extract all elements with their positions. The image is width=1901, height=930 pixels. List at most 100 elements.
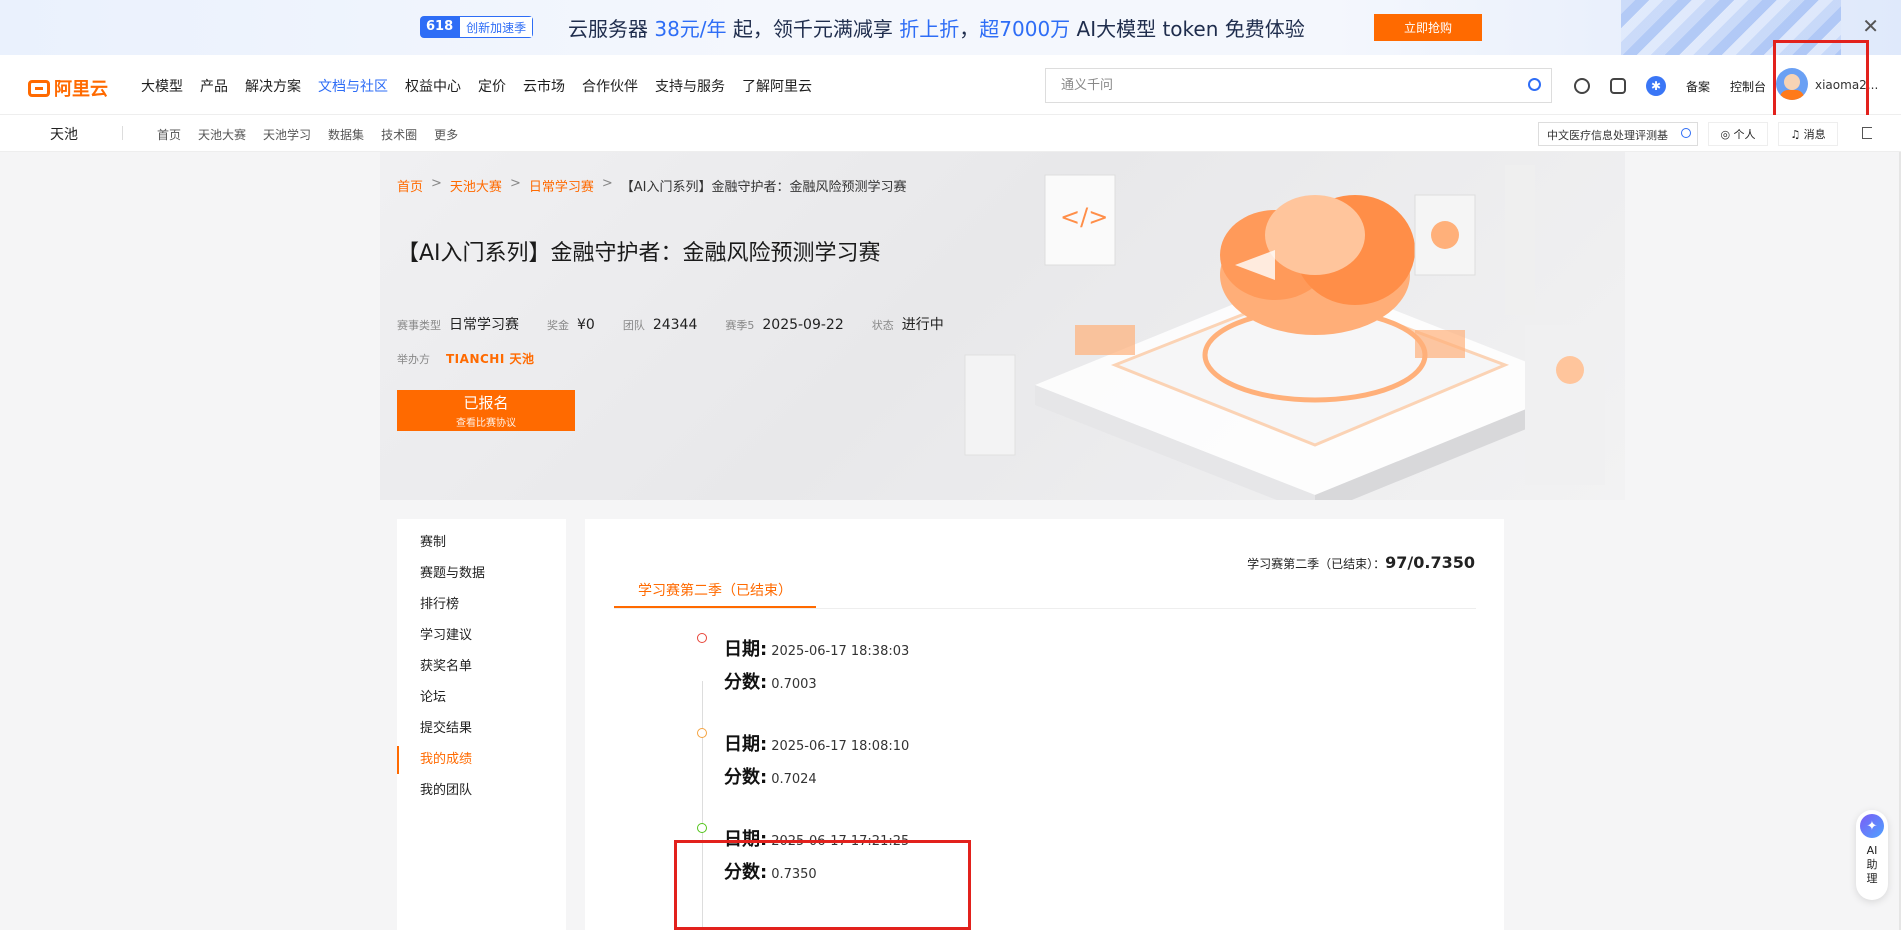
side-menu-item[interactable]: 我的成绩 bbox=[397, 746, 566, 774]
view-agreement-link[interactable]: 查看比赛协议 bbox=[456, 414, 516, 429]
nav-item[interactable]: 大模型 bbox=[141, 76, 183, 96]
latest-score-highlight-box bbox=[674, 840, 971, 930]
ai-star-icon[interactable]: ✱ bbox=[1646, 76, 1666, 96]
subnav-item[interactable]: 技术圈 bbox=[381, 126, 417, 143]
timeline-dot bbox=[697, 823, 707, 833]
breadcrumb-separator: > bbox=[509, 176, 521, 191]
submission-score: 分数: 0.7024 bbox=[724, 763, 817, 789]
side-menu-item[interactable]: 提交结果 bbox=[397, 715, 566, 743]
side-menu-item[interactable]: 我的团队 bbox=[397, 777, 566, 805]
promo-price: 38元/年 bbox=[654, 17, 727, 41]
competition-search-input[interactable]: 中文医疗信息处理评测基 bbox=[1538, 122, 1698, 146]
console-link[interactable]: 控制台 bbox=[1730, 78, 1766, 95]
tianchi-logo[interactable]: TIANCHI 天池 bbox=[446, 350, 534, 367]
meta-value: 2025-09-22 bbox=[762, 317, 844, 333]
breadcrumb-separator: > bbox=[431, 176, 442, 191]
search-icon[interactable] bbox=[1681, 128, 1691, 138]
timeline-dot bbox=[697, 728, 707, 738]
timeline-dot bbox=[697, 633, 707, 643]
logo-mark-icon bbox=[28, 79, 50, 97]
promo-badge: 618 创新加速季 bbox=[420, 16, 534, 38]
nav-item[interactable]: 支持与服务 bbox=[655, 76, 725, 96]
side-menu-item[interactable]: 赛题与数据 bbox=[397, 560, 566, 588]
promo-badge-text: 创新加速季 bbox=[459, 16, 534, 38]
compass-icon[interactable] bbox=[1574, 78, 1590, 94]
side-menu-item[interactable]: 赛制 bbox=[397, 529, 566, 557]
date-label: 日期: bbox=[724, 639, 768, 660]
breadcrumb-link[interactable]: 天池大赛 bbox=[450, 176, 502, 195]
ai-assistant-icon: ✦ bbox=[1860, 814, 1884, 838]
nav-item[interactable]: 了解阿里云 bbox=[742, 76, 812, 96]
nav-item[interactable]: 解决方案 bbox=[245, 76, 301, 96]
tianchi-brand[interactable]: 天池 bbox=[50, 124, 78, 144]
promo-text-suffix: AI大模型 token 免费体验 bbox=[1070, 17, 1305, 41]
ai-assistant-label: AI助理 bbox=[1866, 844, 1878, 885]
breadcrumb-link[interactable]: 首页 bbox=[397, 176, 423, 195]
competition-meta: 赛事类型 日常学习赛 奖金 ¥0 团队 24344 赛季5 2025-09-22 状态 进行中 bbox=[397, 314, 972, 334]
sub-nav: 天池 首页 天池大赛 天池学习 数据集 技术圈 更多 中文医疗信息处理评测基 ◎ 个人 ♫… bbox=[0, 115, 1901, 152]
aliyun-logo[interactable]: 阿里云 bbox=[28, 75, 108, 101]
nav-item[interactable]: 文档与社区 bbox=[318, 76, 388, 96]
logo-text: 阿里云 bbox=[54, 79, 108, 100]
personal-button[interactable]: ◎ 个人 bbox=[1708, 122, 1768, 146]
subnav-item[interactable]: 更多 bbox=[434, 126, 458, 143]
date-label: 日期: bbox=[724, 734, 768, 755]
score-value: 0.7024 bbox=[771, 772, 817, 787]
subnav-items: 首页 天池大赛 天池学习 数据集 技术圈 更多 bbox=[157, 126, 475, 143]
competition-search-value: 中文医疗信息处理评测基 bbox=[1547, 129, 1668, 142]
promo-buy-button[interactable]: 立即抢购 bbox=[1374, 14, 1482, 41]
organizer-label: 举办方 bbox=[397, 352, 430, 366]
ai-assistant-button[interactable]: ✦ AI助理 bbox=[1856, 810, 1888, 900]
season-score-summary: 学习赛第二季（已结束）：97/0.7350 bbox=[1247, 553, 1475, 572]
meta-key: 状态 bbox=[871, 319, 894, 332]
breadcrumb-current: 【AI入门系列】金融守护者：金融风险预测学习赛 bbox=[620, 180, 907, 195]
subnav-item[interactable]: 首页 bbox=[157, 126, 181, 143]
nav-item[interactable]: 产品 bbox=[200, 76, 228, 96]
summary-value: 97/0.7350 bbox=[1385, 553, 1475, 572]
registered-label: 已报名 bbox=[463, 394, 509, 412]
side-menu-item[interactable]: 获奖名单 bbox=[397, 653, 566, 681]
meta-key: 奖金 bbox=[547, 319, 569, 332]
submission-date: 日期: 2025-06-17 18:38:03 bbox=[724, 635, 909, 661]
subnav-item[interactable]: 天池大赛 bbox=[198, 126, 246, 143]
nav-item[interactable]: 云市场 bbox=[523, 76, 565, 96]
side-menu-item[interactable]: 学习建议 bbox=[397, 622, 566, 650]
global-search[interactable] bbox=[1045, 68, 1552, 103]
messages-button[interactable]: ♫ 消息 bbox=[1778, 122, 1838, 146]
promo-banner[interactable]: 618 创新加速季 云服务器 38元/年 起，领千元满减享 折上折，超7000万… bbox=[0, 0, 1901, 55]
submission-date: 日期: 2025-06-17 18:08:10 bbox=[724, 730, 909, 756]
svg-text:</>: </> bbox=[1060, 203, 1108, 231]
tab-season-2[interactable]: 学习赛第二季（已结束） bbox=[614, 574, 816, 608]
logout-icon[interactable] bbox=[1862, 127, 1872, 139]
submission-score: 分数: 0.7003 bbox=[724, 668, 817, 694]
date-value: 2025-06-17 18:38:03 bbox=[771, 644, 910, 659]
score-label: 分数: bbox=[724, 767, 768, 788]
summary-label: 学习赛第二季（已结束）： bbox=[1247, 557, 1386, 571]
meta-value: 进行中 bbox=[901, 317, 944, 333]
score-label: 分数: bbox=[724, 672, 768, 693]
search-icon[interactable] bbox=[1528, 78, 1541, 91]
side-menu-item[interactable]: 排行榜 bbox=[397, 591, 566, 619]
meta-value: 日常学习赛 bbox=[449, 317, 519, 333]
nav-icons: ✱ 备案 控制台 bbox=[1574, 76, 1766, 96]
nav-item[interactable]: 合作伙伴 bbox=[582, 76, 638, 96]
promo-badge-618: 618 bbox=[420, 16, 460, 38]
meta-value: 24344 bbox=[652, 317, 698, 333]
hero-illustration: </> bbox=[964, 165, 1605, 500]
support-icon[interactable] bbox=[1610, 78, 1626, 94]
side-menu-item[interactable]: 论坛 bbox=[397, 684, 566, 712]
meta-value: ¥0 bbox=[577, 317, 595, 333]
search-input[interactable] bbox=[1046, 69, 1506, 102]
subnav-item[interactable]: 数据集 bbox=[328, 126, 364, 143]
nav-item[interactable]: 权益中心 bbox=[405, 76, 461, 96]
close-icon[interactable]: ✕ bbox=[1862, 14, 1879, 38]
subnav-item[interactable]: 天池学习 bbox=[263, 126, 311, 143]
promo-text-prefix: 云服务器 bbox=[568, 17, 655, 41]
registered-button[interactable]: 已报名 查看比赛协议 bbox=[397, 390, 575, 431]
promo-discount: 折上折 bbox=[899, 17, 960, 41]
breadcrumb: 首页 > 天池大赛 > 日常学习赛 > 【AI入门系列】金融守护者：金融风险预测学习赛 bbox=[397, 176, 907, 195]
breadcrumb-link[interactable]: 日常学习赛 bbox=[529, 176, 594, 195]
promo-text: 云服务器 38元/年 起，领千元满减享 折上折，超7000万 AI大模型 tok… bbox=[568, 13, 1305, 42]
beian-link[interactable]: 备案 bbox=[1686, 78, 1710, 95]
nav-item[interactable]: 定价 bbox=[478, 76, 506, 96]
